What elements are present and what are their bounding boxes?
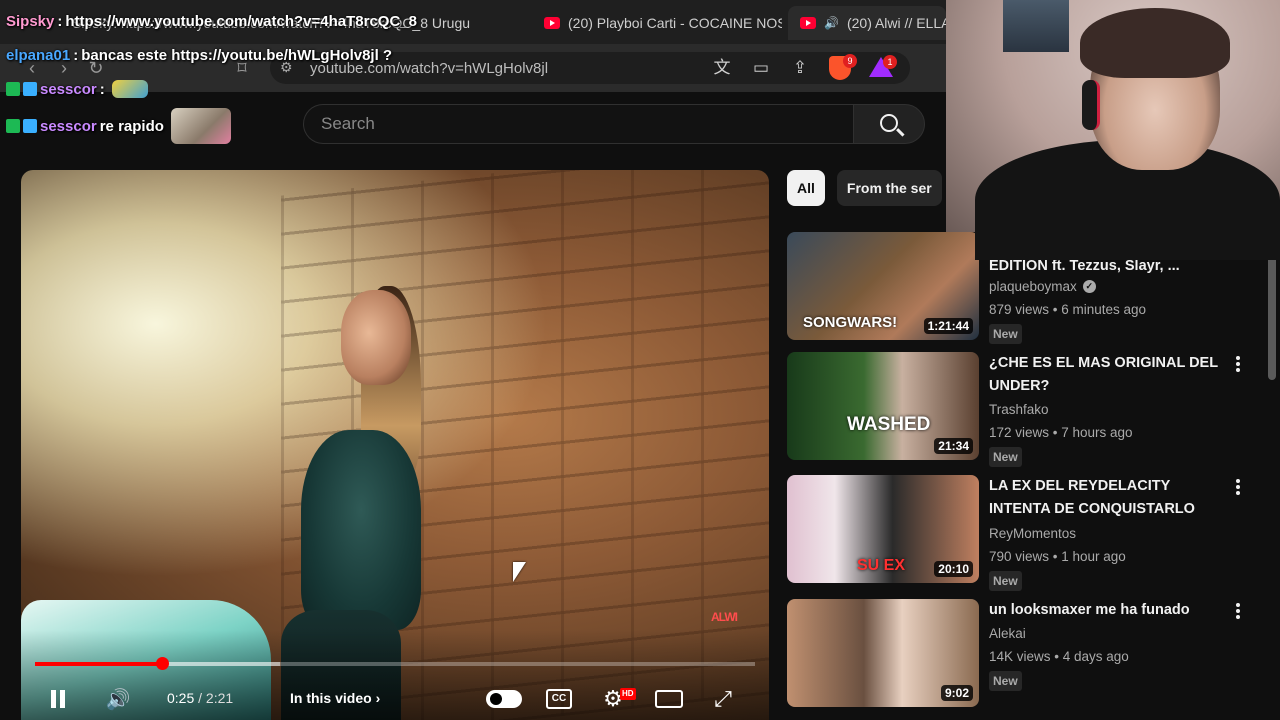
duration-badge: 20:10 xyxy=(934,561,973,577)
chat-text: bancas este https://youtu.be/hWLgHolv8jl… xyxy=(81,47,393,64)
browser-tab-3-active[interactable]: 🔊 (20) Alwi // ELLA xyxy=(788,6,946,40)
search-icon xyxy=(880,114,898,132)
video-meta: 172 views • 7 hours ago xyxy=(989,425,1133,440)
autoplay-toggle[interactable] xyxy=(486,690,522,708)
new-badge: New xyxy=(989,447,1022,467)
streamer-hair xyxy=(1080,8,1230,78)
thumbnail-text: SONGWARS! xyxy=(803,314,898,331)
headphones-icon xyxy=(1082,80,1100,130)
video-thumbnail[interactable]: WASHED 21:34 xyxy=(787,352,979,460)
more-options-icon[interactable] xyxy=(1233,477,1243,497)
more-options-icon[interactable] xyxy=(1233,601,1243,621)
current-time: 0:25 xyxy=(167,690,195,706)
chat-message: Sipsky: https://www.youtube.com/watch?v=… xyxy=(6,13,417,30)
fullscreen-icon[interactable]: ⤢ xyxy=(710,686,736,712)
recommendation-item[interactable]: SU EX 20:10 LA EX DEL REYDELACITY INTENT… xyxy=(787,475,1257,591)
video-meta: 879 views • 6 minutes ago xyxy=(989,302,1147,317)
youtube-favicon-icon xyxy=(544,17,560,29)
channel-label: Alekai xyxy=(989,626,1026,641)
video-thumbnail[interactable]: 9:02 xyxy=(787,599,979,707)
new-badge: New xyxy=(989,571,1022,591)
duration-badge: 21:34 xyxy=(934,438,973,454)
pause-button[interactable] xyxy=(46,684,70,714)
speaker-icon: 🔊 xyxy=(824,16,839,30)
duration: 2:21 xyxy=(205,690,234,706)
subject-head xyxy=(341,290,411,385)
search-placeholder: Search xyxy=(321,114,375,133)
mouse-cursor-icon xyxy=(513,562,526,582)
browser-tab-2[interactable]: (20) Playboi Carti - COCAINE NOS xyxy=(532,6,782,40)
channel-name[interactable]: Alekai xyxy=(989,626,1026,641)
chat-message: elpana01: bancas este https://youtu.be/h… xyxy=(6,47,393,64)
screen: Sipsky: https://www.youtube.com/watch?v=… xyxy=(0,0,1280,720)
duration-badge: 9:02 xyxy=(940,685,973,701)
search-button[interactable] xyxy=(853,104,925,144)
channel-label: plaqueboymax xyxy=(989,279,1077,294)
rewards-badge: 1 xyxy=(883,55,897,69)
wall-poster xyxy=(1003,0,1069,52)
video-title[interactable]: un looksmaxer me ha funado xyxy=(989,599,1229,622)
duration-badge: 1:21:44 xyxy=(923,318,973,334)
chat-username: Sipsky xyxy=(6,13,55,30)
chat-text: https://www.youtube.com/watch?v=4haT8rcQ… xyxy=(65,13,417,30)
chat-badge-icon xyxy=(6,82,20,96)
new-badge: New xyxy=(989,671,1022,691)
recommendation-item[interactable]: WASHED 21:34 ¿CHE ES EL MAS ORIGINAL DEL… xyxy=(787,352,1257,467)
chat-username: sesscor xyxy=(40,117,97,135)
channel-name[interactable]: Trashfako xyxy=(989,402,1049,417)
video-player[interactable]: ALWI xyxy=(21,170,769,720)
thumbnail-text: WASHED xyxy=(847,414,931,435)
recommendation-item[interactable]: 9:02 un looksmaxer me ha funado Alekai 1… xyxy=(787,599,1257,711)
video-meta: 790 views • 1 hour ago xyxy=(989,549,1126,564)
video-meta: 14K views • 4 days ago xyxy=(989,649,1129,664)
new-badge: New xyxy=(989,324,1022,344)
share-icon[interactable]: ⇪ xyxy=(789,57,811,79)
chat-emote-icon xyxy=(170,108,231,144)
chapters-button[interactable]: In this video › xyxy=(290,690,380,706)
chat-badge-icon xyxy=(23,119,37,133)
cast-icon[interactable]: ▭ xyxy=(750,57,772,79)
hd-badge: HD xyxy=(620,688,636,700)
chat-badge-icon xyxy=(23,82,37,96)
verified-check-icon: ✓ xyxy=(1082,280,1096,293)
video-thumbnail[interactable]: SONGWARS! 1:21:44 xyxy=(787,232,979,340)
chapter-label: In this video xyxy=(290,690,372,706)
translate-icon[interactable]: 文 xyxy=(711,57,733,79)
subject-body xyxy=(301,430,421,630)
chat-message: sesscor: xyxy=(6,80,148,98)
tab-label: (20) Alwi // ELLA xyxy=(846,15,946,31)
chip-all[interactable]: All xyxy=(787,170,825,206)
video-title[interactable]: ¿CHE ES EL MAS ORIGINAL DEL UNDER? xyxy=(989,352,1229,398)
more-options-icon[interactable] xyxy=(1233,354,1243,374)
time-display: 0:25 / 2:21 xyxy=(167,690,233,706)
channel-name[interactable]: plaqueboymax ✓ xyxy=(989,279,1096,294)
filter-chips: All From the ser xyxy=(787,170,942,206)
youtube-favicon-icon xyxy=(800,17,816,29)
tab-label: (20) Playboi Carti - COCAINE NOS xyxy=(568,15,782,31)
video-watermark: ALWI xyxy=(711,610,738,624)
video-thumbnail[interactable]: SU EX 20:10 xyxy=(787,475,979,583)
time-separator: / xyxy=(194,690,206,706)
brave-shields-badge: 9 xyxy=(843,54,857,68)
chat-emote-icon xyxy=(111,80,148,98)
chat-username: sesscor xyxy=(40,80,97,98)
subtitles-button[interactable]: CC xyxy=(546,689,572,709)
video-title[interactable]: LA EX DEL REYDELACITY INTENTA DE CONQUIS… xyxy=(989,475,1229,521)
chat-username: elpana01 xyxy=(6,47,71,64)
channel-label: Trashfako xyxy=(989,402,1049,417)
search-input[interactable]: Search xyxy=(303,104,853,144)
chat-message: sesscor re rapido xyxy=(6,108,231,144)
thumbnail-text: SU EX xyxy=(857,557,906,574)
chip-from-series[interactable]: From the ser xyxy=(836,170,942,206)
chat-text: re rapido xyxy=(99,117,164,135)
theater-mode-button[interactable] xyxy=(655,690,683,708)
channel-name[interactable]: ReyMomentos xyxy=(989,526,1076,541)
chat-badge-icon xyxy=(6,119,20,133)
progress-played xyxy=(35,662,163,666)
chevron-right-icon: › xyxy=(375,690,381,706)
channel-label: ReyMomentos xyxy=(989,526,1077,541)
volume-icon[interactable]: 🔊 xyxy=(104,684,132,714)
